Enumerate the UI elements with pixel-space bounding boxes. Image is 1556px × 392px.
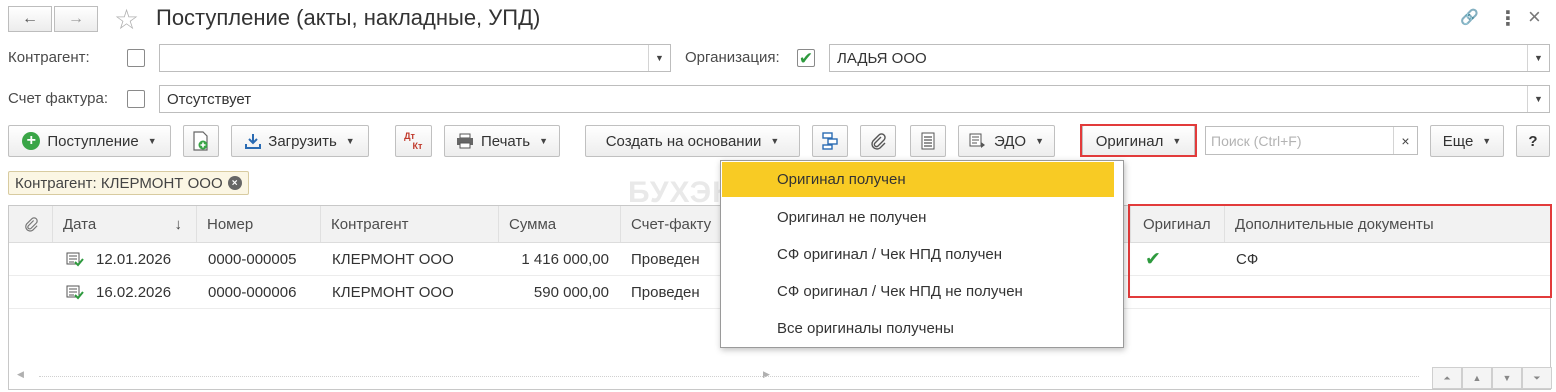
invoice-field[interactable]: Отсутствует ▼: [159, 85, 1550, 113]
back-button[interactable]: ←: [8, 6, 52, 32]
receipt-button[interactable]: + Поступление ▼: [8, 125, 171, 157]
document-posted-icon: [66, 276, 84, 308]
more-menu-icon[interactable]: ⋮: [1498, 6, 1518, 31]
original-received-check-icon: ✔: [1145, 248, 1161, 270]
clear-search-icon[interactable]: ×: [1393, 127, 1417, 154]
favorite-star-icon[interactable]: ☆: [114, 3, 139, 36]
structure-button[interactable]: [812, 125, 848, 157]
chevron-down-icon: ▼: [147, 136, 157, 146]
organization-field[interactable]: ЛАДЬЯ ООО ▼: [829, 44, 1550, 72]
row-sum: 590 000,00: [533, 283, 609, 301]
row-date: 12.01.2026: [96, 250, 172, 268]
chevron-down-icon[interactable]: ▼: [648, 45, 670, 71]
scroll-down-icon[interactable]: ▼: [1492, 367, 1522, 389]
forward-button[interactable]: →: [54, 6, 98, 32]
create-based-on-button[interactable]: Создать на основании ▼: [585, 125, 800, 157]
kt-icon: Кт: [412, 141, 423, 151]
chevron-down-icon: ▼: [1482, 136, 1492, 146]
sort-descending-icon: ↓: [174, 215, 183, 233]
page-title: Поступление (акты, накладные, УПД): [156, 5, 541, 30]
invoice-label: Счет фактура:: [8, 90, 108, 107]
horizontal-scrollbar[interactable]: [39, 376, 1419, 377]
column-original[interactable]: Оригинал: [1133, 206, 1225, 242]
original-button[interactable]: Оригинал ▼: [1082, 125, 1195, 157]
attachment-column-header[interactable]: [9, 206, 53, 242]
row-invoice: Проведен: [631, 283, 700, 301]
checkmark-icon: ✔: [798, 48, 814, 68]
hierarchy-icon: [822, 132, 838, 150]
organization-value: ЛАДЬЯ ООО: [837, 49, 927, 67]
row-extra-docs: СФ: [1236, 250, 1259, 268]
column-contractor[interactable]: Контрагент: [321, 206, 499, 242]
menu-item-sf-original-received[interactable]: СФ оригинал / Чек НПД получен: [722, 237, 1114, 272]
scroll-right-icon[interactable]: ▶: [763, 369, 770, 380]
row-sum: 1 416 000,00: [521, 250, 609, 268]
list-button[interactable]: [910, 125, 946, 157]
contractor-label: Контрагент:: [8, 49, 90, 66]
link-icon[interactable]: 🔗: [1460, 8, 1479, 26]
help-button[interactable]: ?: [1516, 125, 1550, 157]
contractor-checkbox[interactable]: [127, 49, 145, 67]
chevron-down-icon: ▼: [345, 136, 355, 146]
printer-icon: [456, 133, 473, 149]
close-icon[interactable]: ×: [1528, 4, 1541, 30]
active-filter-tag[interactable]: Контрагент: КЛЕРМОНТ ООО ×: [8, 171, 249, 195]
scroll-top-icon[interactable]: ⏶: [1432, 367, 1462, 389]
copy-document-button[interactable]: [183, 125, 219, 157]
edo-icon: [969, 133, 985, 148]
load-button[interactable]: Загрузить ▼: [231, 125, 369, 157]
chevron-down-icon[interactable]: ▼: [1527, 45, 1549, 71]
attach-button[interactable]: [860, 125, 896, 157]
arrow-left-icon: ←: [22, 10, 38, 27]
scroll-bottom-icon[interactable]: ⏷: [1522, 367, 1552, 389]
chevron-down-icon: ▼: [1172, 136, 1182, 146]
invoice-value: Отсутствует: [167, 90, 252, 108]
chevron-down-icon: ▼: [1035, 136, 1045, 146]
row-number: 0000-000006: [208, 283, 297, 301]
document-add-icon: [193, 131, 208, 151]
menu-item-original-not-received[interactable]: Оригинал не получен: [722, 200, 1114, 235]
print-button[interactable]: Печать ▼: [444, 125, 560, 157]
original-dropdown-menu: Оригинал получен Оригинал не получен СФ …: [720, 160, 1124, 348]
column-sum[interactable]: Сумма: [499, 206, 621, 242]
menu-item-all-originals-received[interactable]: Все оригиналы получены: [722, 311, 1114, 346]
scroll-left-icon[interactable]: ◀: [17, 369, 24, 380]
chevron-down-icon: ▼: [539, 136, 549, 146]
menu-item-sf-original-not-received[interactable]: СФ оригинал / Чек НПД не получен: [722, 274, 1114, 309]
edo-button[interactable]: ЭДО ▼: [958, 125, 1055, 157]
list-icon: [921, 132, 935, 150]
arrow-right-icon: →: [68, 10, 84, 27]
remove-filter-icon[interactable]: ×: [227, 176, 242, 190]
chevron-down-icon: ▼: [770, 136, 780, 146]
paperclip-icon: [24, 217, 38, 232]
download-icon: [245, 134, 262, 149]
add-icon: +: [22, 132, 41, 150]
row-number: 0000-000005: [208, 250, 297, 268]
paperclip-icon: [871, 133, 886, 150]
row-contractor: КЛЕРМОНТ ООО: [332, 283, 454, 301]
contractor-field[interactable]: ▼: [159, 44, 671, 72]
column-extra-docs[interactable]: Дополнительные документы: [1225, 206, 1550, 242]
chevron-down-icon[interactable]: ▼: [1527, 86, 1549, 112]
dtkt-button[interactable]: Дт Кт: [395, 125, 432, 157]
organization-label: Организация:: [685, 49, 780, 66]
menu-item-original-received[interactable]: Оригинал получен: [722, 162, 1114, 197]
column-date[interactable]: Дата ↓: [53, 206, 197, 242]
column-number[interactable]: Номер: [197, 206, 321, 242]
row-date: 16.02.2026: [96, 283, 172, 301]
row-invoice: Проведен: [631, 250, 700, 268]
more-button[interactable]: Еще ▼: [1430, 125, 1504, 157]
search-input[interactable]: Поиск (Ctrl+F) ×: [1205, 126, 1418, 155]
row-contractor: КЛЕРМОНТ ООО: [332, 250, 454, 268]
invoice-checkbox[interactable]: [127, 90, 145, 108]
document-posted-icon: [66, 243, 84, 275]
dt-icon: Дт: [404, 131, 415, 141]
organization-checkbox[interactable]: ✔: [797, 49, 815, 67]
scroll-up-icon[interactable]: ▲: [1462, 367, 1492, 389]
